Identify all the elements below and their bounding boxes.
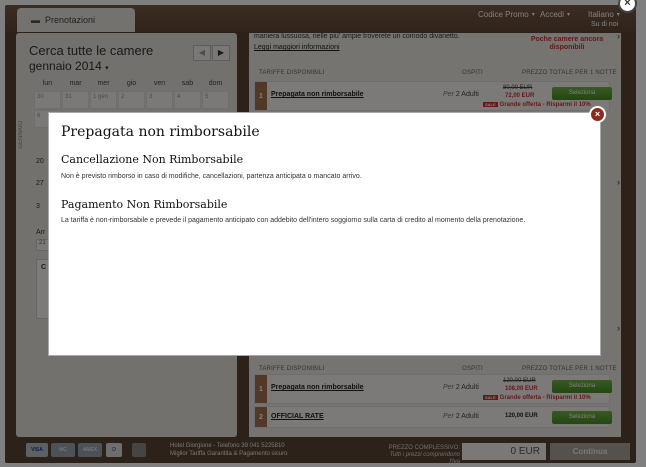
modal-section-text: La tariffa è non-rimborsabile e prevede … bbox=[61, 217, 526, 224]
rate-info-modal: Prepagata non rimborsabile Cancellazione… bbox=[48, 112, 601, 356]
modal-section-text: Non è previsto rimborso in caso di modif… bbox=[61, 173, 362, 180]
modal-section-heading: Cancellazione Non Rimborsabile bbox=[61, 153, 244, 166]
modal-title: Prepagata non rimborsabile bbox=[61, 124, 260, 140]
modal-section-heading: Pagamento Non Rimborsabile bbox=[61, 198, 228, 211]
modal-close-button[interactable]: × bbox=[589, 106, 606, 123]
